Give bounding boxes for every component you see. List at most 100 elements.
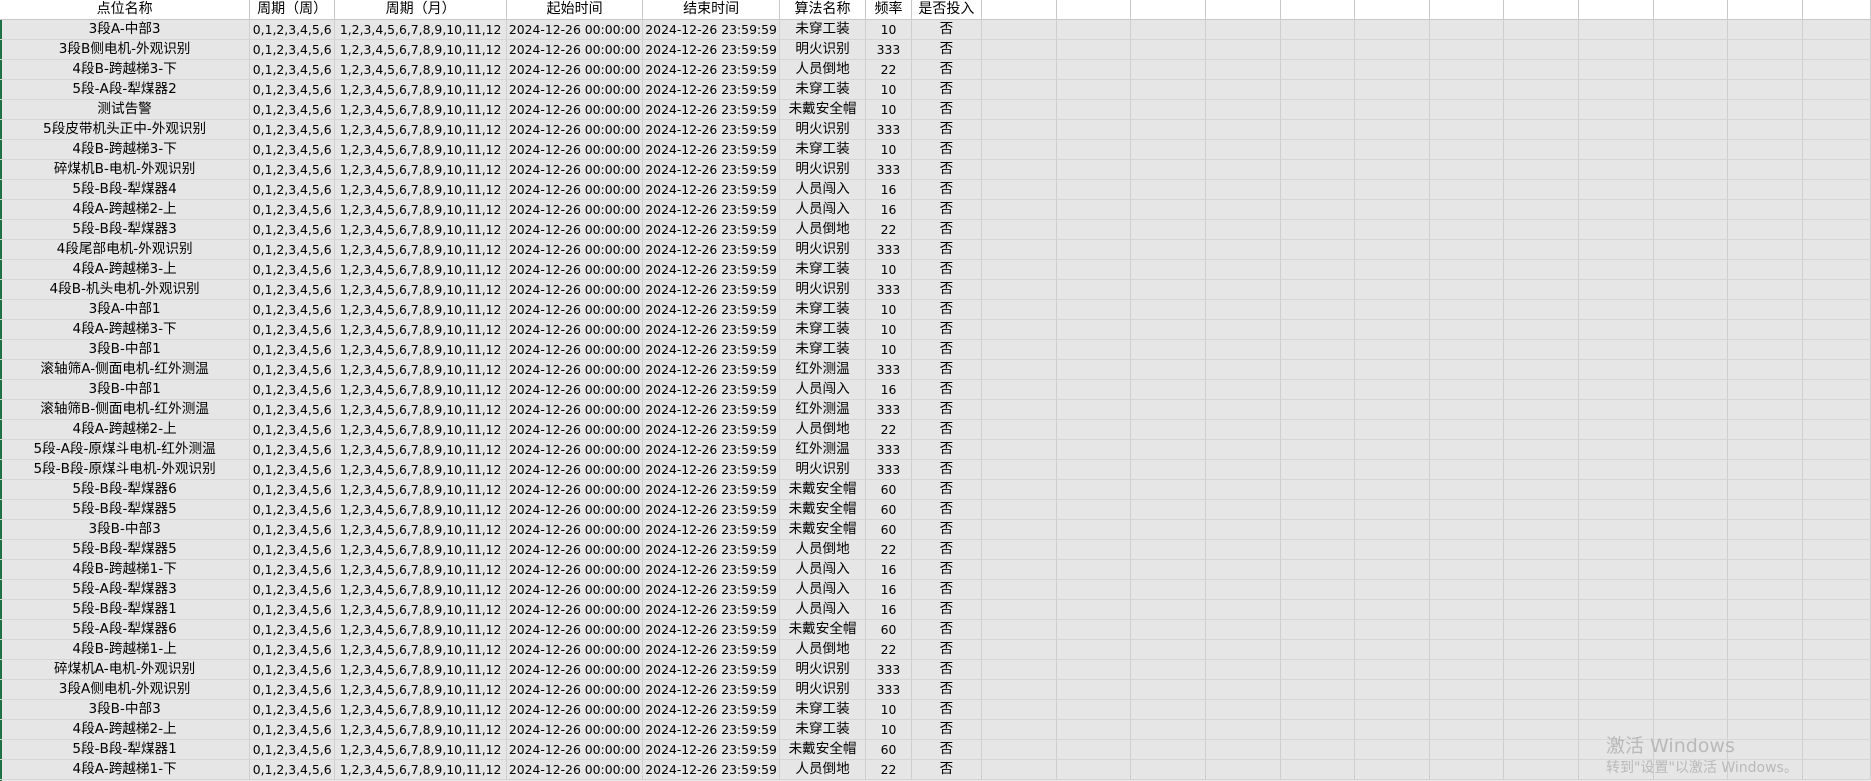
empty-cell[interactable] (1205, 119, 1281, 140)
cell-end[interactable]: 2024-12-26 23:59:59 (642, 439, 781, 460)
empty-cell[interactable] (1056, 739, 1132, 760)
cell-start[interactable]: 2024-12-26 00:00:00 (506, 439, 644, 460)
empty-cell[interactable] (1429, 359, 1505, 380)
empty-cell[interactable] (1802, 459, 1871, 480)
empty-cell[interactable] (1727, 179, 1804, 200)
empty-cell[interactable] (1503, 559, 1580, 580)
cell-start[interactable]: 2024-12-26 00:00:00 (506, 659, 644, 680)
empty-cell[interactable] (1653, 259, 1729, 280)
empty-cell[interactable] (1429, 119, 1505, 140)
empty-cell[interactable] (981, 39, 1057, 60)
cell-freq[interactable]: 10 (865, 719, 912, 740)
empty-cell[interactable] (1653, 159, 1729, 180)
cell-month[interactable]: 1,2,3,4,5,6,7,8,9,10,11,12 (334, 159, 508, 180)
empty-cell[interactable] (1056, 39, 1132, 60)
cell-week[interactable]: 0,1,2,3,4,5,6 (249, 59, 336, 80)
empty-cell[interactable] (1056, 339, 1132, 360)
empty-cell[interactable] (1802, 619, 1871, 640)
cell-week[interactable]: 0,1,2,3,4,5,6 (249, 19, 336, 40)
cell-week[interactable]: 0,1,2,3,4,5,6 (249, 39, 336, 60)
empty-cell[interactable] (1727, 279, 1804, 300)
empty-cell[interactable] (1205, 499, 1281, 520)
empty-cell[interactable] (1130, 719, 1206, 740)
empty-cell[interactable] (1205, 519, 1281, 540)
empty-cell[interactable] (1429, 219, 1505, 240)
empty-cell[interactable] (1429, 79, 1505, 100)
cell-algo[interactable]: 明火识别 (779, 239, 867, 260)
cell-start[interactable]: 2024-12-26 00:00:00 (506, 259, 644, 280)
empty-cell[interactable] (1429, 239, 1505, 260)
empty-cell[interactable] (1056, 219, 1132, 240)
empty-cell[interactable] (1802, 59, 1871, 80)
cell-name[interactable]: 5段-A段-犁煤器6 (0, 619, 251, 640)
empty-cell[interactable] (1802, 379, 1871, 400)
empty-cell[interactable] (1578, 59, 1654, 80)
empty-cell[interactable] (1578, 499, 1654, 520)
cell-month[interactable]: 1,2,3,4,5,6,7,8,9,10,11,12 (334, 179, 508, 200)
empty-cell[interactable] (1354, 459, 1430, 480)
empty-cell[interactable] (1130, 579, 1206, 600)
empty-cell[interactable] (1802, 279, 1871, 300)
empty-cell[interactable] (1205, 259, 1281, 280)
cell-freq[interactable]: 22 (865, 59, 912, 80)
empty-cell[interactable] (1130, 679, 1206, 700)
cell-start[interactable]: 2024-12-26 00:00:00 (506, 419, 644, 440)
empty-cell[interactable] (1653, 339, 1729, 360)
empty-cell[interactable] (1503, 199, 1580, 220)
empty-cell[interactable] (1727, 39, 1804, 60)
empty-cell[interactable] (1280, 219, 1356, 240)
cell-algo[interactable]: 人员闯入 (779, 199, 867, 220)
empty-cell[interactable] (1802, 199, 1871, 220)
empty-cell[interactable] (1280, 699, 1356, 720)
empty-cell[interactable] (1503, 459, 1580, 480)
empty-cell[interactable] (1503, 239, 1580, 260)
empty-cell[interactable] (1727, 439, 1804, 460)
empty-cell[interactable] (1205, 239, 1281, 260)
empty-cell[interactable] (1205, 319, 1281, 340)
cell-month[interactable]: 1,2,3,4,5,6,7,8,9,10,11,12 (334, 299, 508, 320)
cell-month[interactable]: 1,2,3,4,5,6,7,8,9,10,11,12 (334, 759, 508, 780)
empty-cell[interactable] (1802, 579, 1871, 600)
empty-cell[interactable] (1056, 399, 1132, 420)
empty-cell[interactable] (1130, 0, 1206, 20)
empty-cell[interactable] (1056, 379, 1132, 400)
empty-cell[interactable] (1503, 119, 1580, 140)
empty-cell[interactable] (1653, 119, 1729, 140)
cell-algo[interactable]: 未穿工装 (779, 19, 867, 40)
cell-week[interactable]: 0,1,2,3,4,5,6 (249, 259, 336, 280)
empty-cell[interactable] (1354, 399, 1430, 420)
empty-cell[interactable] (1503, 519, 1580, 540)
empty-cell[interactable] (1280, 299, 1356, 320)
cell-name[interactable]: 滚轴筛B-侧面电机-红外测温 (0, 399, 251, 420)
cell-freq[interactable]: 10 (865, 319, 912, 340)
empty-cell[interactable] (1727, 419, 1804, 440)
cell-freq[interactable]: 333 (865, 159, 912, 180)
empty-cell[interactable] (1653, 739, 1729, 760)
empty-cell[interactable] (1205, 359, 1281, 380)
empty-cell[interactable] (1503, 279, 1580, 300)
cell-end[interactable]: 2024-12-26 23:59:59 (642, 659, 781, 680)
empty-cell[interactable] (1653, 79, 1729, 100)
cell-week[interactable]: 0,1,2,3,4,5,6 (249, 319, 336, 340)
cell-deployed[interactable]: 否 (911, 759, 982, 780)
empty-cell[interactable] (1578, 239, 1654, 260)
empty-cell[interactable] (1280, 519, 1356, 540)
cell-name[interactable]: 5段-B段-犁煤器6 (0, 479, 251, 500)
empty-cell[interactable] (1429, 139, 1505, 160)
empty-cell[interactable] (981, 219, 1057, 240)
empty-cell[interactable] (1130, 559, 1206, 580)
cell-name[interactable]: 4段B-机头电机-外观识别 (0, 279, 251, 300)
cell-week[interactable]: 0,1,2,3,4,5,6 (249, 599, 336, 620)
empty-cell[interactable] (1578, 319, 1654, 340)
empty-cell[interactable] (981, 259, 1057, 280)
empty-cell[interactable] (1727, 159, 1804, 180)
empty-cell[interactable] (1280, 479, 1356, 500)
cell-algo[interactable]: 未穿工装 (779, 259, 867, 280)
empty-cell[interactable] (1130, 419, 1206, 440)
cell-freq[interactable]: 16 (865, 199, 912, 220)
cell-week[interactable]: 0,1,2,3,4,5,6 (249, 739, 336, 760)
empty-cell[interactable] (1503, 99, 1580, 120)
cell-freq[interactable]: 333 (865, 239, 912, 260)
empty-cell[interactable] (1280, 99, 1356, 120)
empty-cell[interactable] (1130, 739, 1206, 760)
